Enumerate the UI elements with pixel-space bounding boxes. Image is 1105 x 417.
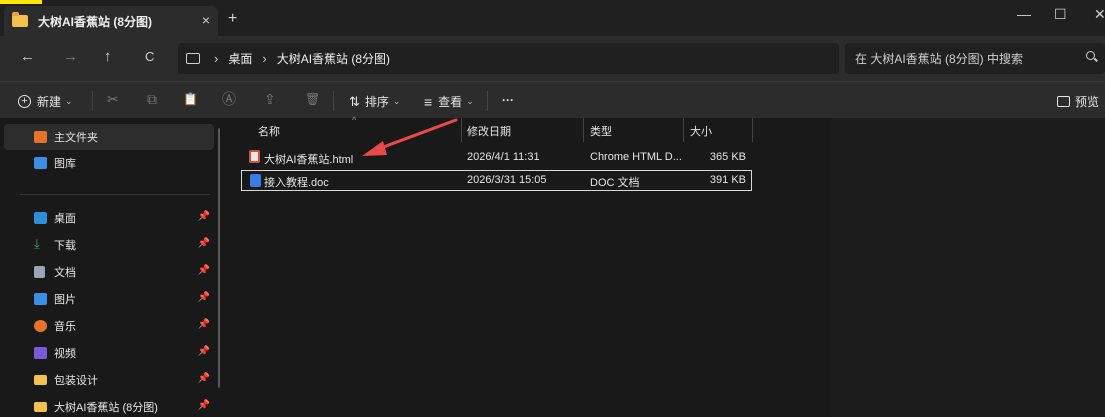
annotation-arrow-line [376, 118, 458, 151]
annotation-arrow-head [362, 141, 387, 156]
annotation-arrow [362, 118, 458, 156]
